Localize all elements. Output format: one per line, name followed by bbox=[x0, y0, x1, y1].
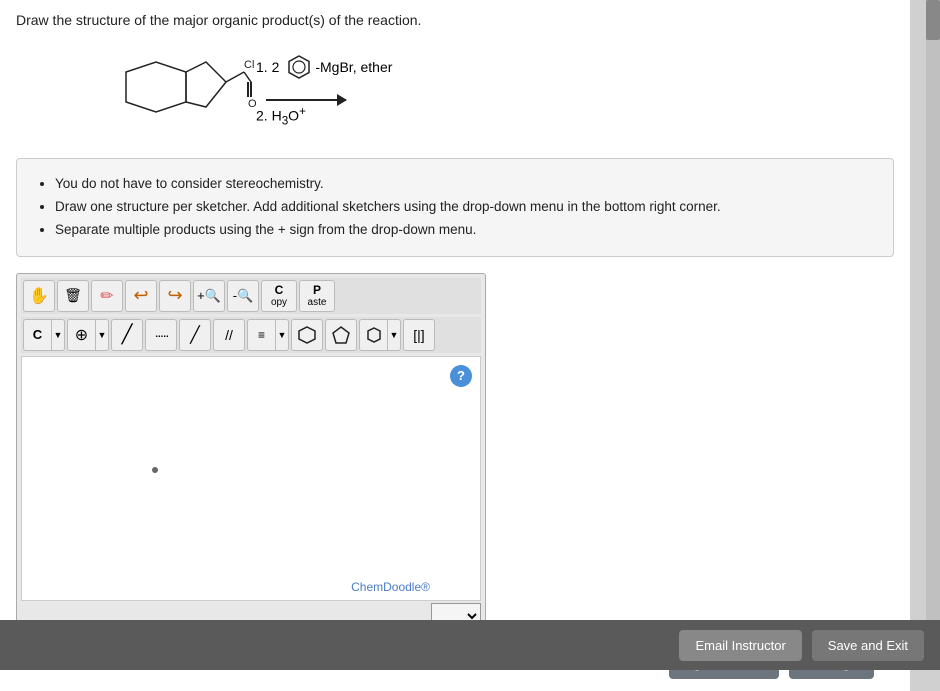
svg-text:O: O bbox=[248, 98, 256, 110]
bottom-bar: Email Instructor Save and Exit bbox=[0, 620, 940, 670]
chemdoodle-watermark: ChemDoodle® bbox=[351, 580, 430, 594]
charge-tool[interactable]: ⊕ bbox=[67, 319, 95, 351]
zoom-in-tool[interactable]: +🔍 bbox=[193, 280, 225, 312]
pentagon-tool[interactable] bbox=[325, 319, 357, 351]
pencil-tool[interactable]: ✏ bbox=[91, 280, 123, 312]
save-exit-button[interactable]: Save and Exit bbox=[812, 630, 924, 661]
triple-bond-group: ≡ ▼ bbox=[247, 319, 289, 351]
reaction-conditions: 1. 2 -MgBr, ether 2. H3O+ bbox=[256, 53, 392, 131]
eraser-tool[interactable]: 🗑 bbox=[57, 280, 89, 312]
double-bond-tool[interactable]: // bbox=[213, 319, 245, 351]
hand-tool[interactable]: ✋ bbox=[23, 280, 55, 312]
redo-tool[interactable]: ↪ bbox=[159, 280, 191, 312]
ring-tool-group: ▼ bbox=[359, 319, 401, 351]
bold-bond-tool[interactable]: ╱ bbox=[179, 319, 211, 351]
carbon-tool-dropdown[interactable]: ▼ bbox=[51, 319, 65, 351]
condition-line-2: 2. H3O+ bbox=[256, 105, 392, 127]
reagent1-label: 1. 2 bbox=[256, 59, 279, 75]
help-button[interactable]: ? bbox=[450, 365, 472, 387]
mgbr-label: -MgBr, ether bbox=[315, 59, 392, 75]
scrollbar[interactable] bbox=[926, 0, 940, 620]
copy-tool[interactable]: C opy bbox=[261, 280, 297, 312]
undo-tool[interactable]: ↩ bbox=[125, 280, 157, 312]
benzene-icon bbox=[285, 53, 313, 81]
triple-bond-dropdown[interactable]: ▼ bbox=[275, 319, 289, 351]
instructions-list: You do not have to consider stereochemis… bbox=[35, 173, 875, 242]
ring-tool[interactable] bbox=[359, 319, 387, 351]
toolbar-row1: ✋ 🗑 ✏ ↩ ↪ +🔍 -🔍 C opy P aste bbox=[21, 278, 481, 314]
instructions-box: You do not have to consider stereochemis… bbox=[16, 158, 894, 257]
question-text: Draw the structure of the major organic … bbox=[16, 12, 894, 28]
condition-line-1: 1. 2 -MgBr, ether bbox=[256, 53, 392, 81]
template-tool[interactable]: [|] bbox=[403, 319, 435, 351]
reaction-arrow bbox=[266, 99, 346, 101]
paste-tool[interactable]: P aste bbox=[299, 280, 335, 312]
hexagon-tool[interactable] bbox=[291, 319, 323, 351]
scrollbar-thumb[interactable] bbox=[926, 0, 940, 40]
carbon-tool-group: C ▼ bbox=[23, 319, 65, 351]
reaction-structure-svg: Cl O bbox=[96, 42, 256, 142]
zoom-out-tool[interactable]: -🔍 bbox=[227, 280, 259, 312]
instruction-2: Draw one structure per sketcher. Add add… bbox=[55, 196, 875, 219]
carbon-tool[interactable]: C bbox=[23, 319, 51, 351]
reaction-area: Cl O 1. 2 -MgBr, ether 2. H3O+ bbox=[96, 42, 894, 142]
email-instructor-button[interactable]: Email Instructor bbox=[679, 630, 801, 661]
charge-tool-dropdown[interactable]: ▼ bbox=[95, 319, 109, 351]
instruction-3: Separate multiple products using the + s… bbox=[55, 219, 875, 242]
instruction-1: You do not have to consider stereochemis… bbox=[55, 173, 875, 196]
dashed-bond-tool[interactable]: ····· bbox=[145, 319, 177, 351]
triple-bond-tool[interactable]: ≡ bbox=[247, 319, 275, 351]
svg-text:Cl: Cl bbox=[244, 59, 254, 71]
reagent2-label: 2. H3O+ bbox=[256, 105, 306, 127]
single-bond-tool[interactable]: ╱ bbox=[111, 319, 143, 351]
toolbar-row2: C ▼ ⊕ ▼ ╱ ····· ╱ // ≡ ▼ bbox=[21, 317, 481, 353]
ring-tool-dropdown[interactable]: ▼ bbox=[387, 319, 401, 351]
drawing-canvas[interactable]: ? ChemDoodle® bbox=[21, 356, 481, 601]
sketcher-container: ✋ 🗑 ✏ ↩ ↪ +🔍 -🔍 C opy P aste C ▼ bbox=[16, 273, 486, 634]
canvas-dot bbox=[152, 467, 158, 473]
main-content: Draw the structure of the major organic … bbox=[0, 0, 910, 691]
charge-tool-group: ⊕ ▼ bbox=[67, 319, 109, 351]
